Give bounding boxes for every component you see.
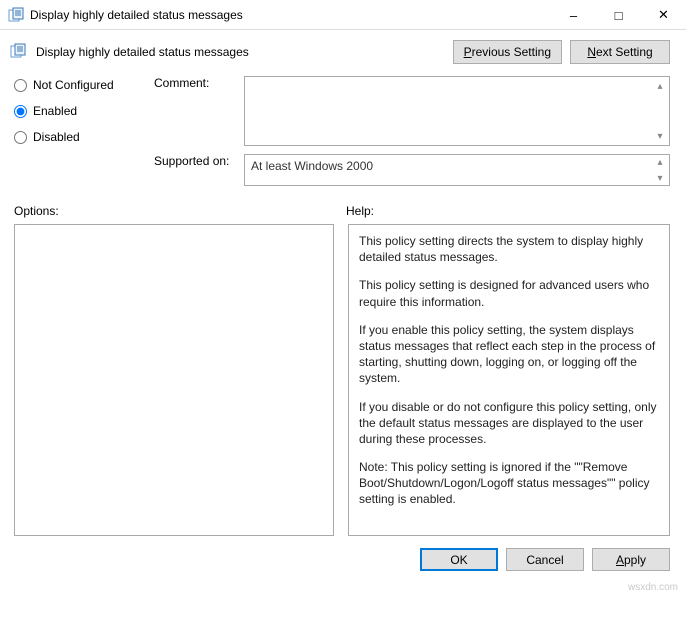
apply-button[interactable]: Apply — [592, 548, 670, 571]
fields-column: Comment: ▴ ▾ Supported on: At least Wind… — [154, 76, 670, 194]
help-paragraph: This policy setting is designed for adva… — [359, 277, 659, 309]
minimize-button[interactable]: – — [551, 0, 596, 30]
watermark: wsxdn.com — [628, 582, 678, 593]
radio-label: Not Configured — [33, 78, 114, 92]
radio-not-configured[interactable]: Not Configured — [14, 78, 144, 92]
radio-label: Disabled — [33, 130, 80, 144]
page-title: Display highly detailed status messages — [36, 45, 445, 59]
maximize-button[interactable]: □ — [596, 0, 641, 30]
scroll-up-icon[interactable]: ▴ — [654, 80, 666, 92]
radio-not-configured-input[interactable] — [14, 79, 27, 92]
comment-label: Comment: — [154, 76, 244, 146]
help-label: Help: — [346, 204, 374, 218]
help-paragraph: If you disable or do not configure this … — [359, 399, 659, 448]
comment-textarea[interactable]: ▴ ▾ — [244, 76, 670, 146]
help-paragraph: Note: This policy setting is ignored if … — [359, 459, 659, 508]
help-paragraph: If you enable this policy setting, the s… — [359, 322, 659, 387]
footer-buttons: OK Cancel Apply — [0, 536, 686, 571]
window-controls: – □ ✕ — [551, 0, 686, 29]
policy-icon — [8, 7, 24, 23]
section-labels: Options: Help: — [0, 194, 686, 222]
titlebar: Display highly detailed status messages … — [0, 0, 686, 30]
close-button[interactable]: ✕ — [641, 0, 686, 30]
policy-icon — [10, 43, 28, 61]
panels: This policy setting directs the system t… — [0, 222, 686, 536]
header: Display highly detailed status messages … — [0, 30, 686, 76]
comment-field-row: Comment: ▴ ▾ — [154, 76, 670, 146]
supported-on-text: At least Windows 2000 — [251, 159, 373, 173]
cancel-button[interactable]: Cancel — [506, 548, 584, 571]
radio-enabled[interactable]: Enabled — [14, 104, 144, 118]
previous-setting-button[interactable]: Previous Setting — [453, 40, 562, 64]
supported-on-box: At least Windows 2000 ▴ ▾ — [244, 154, 670, 186]
options-label: Options: — [14, 204, 346, 218]
supported-field-row: Supported on: At least Windows 2000 ▴ ▾ — [154, 154, 670, 186]
help-paragraph: This policy setting directs the system t… — [359, 233, 659, 265]
radio-enabled-input[interactable] — [14, 105, 27, 118]
radio-disabled[interactable]: Disabled — [14, 130, 144, 144]
next-setting-button[interactable]: Next Setting — [570, 40, 670, 64]
scroll-up-icon[interactable]: ▴ — [654, 156, 666, 168]
help-panel[interactable]: This policy setting directs the system t… — [348, 224, 670, 536]
supported-label: Supported on: — [154, 154, 244, 186]
radio-disabled-input[interactable] — [14, 131, 27, 144]
config-area: Not Configured Enabled Disabled Comment:… — [0, 76, 686, 194]
radio-label: Enabled — [33, 104, 77, 118]
window-title: Display highly detailed status messages — [30, 8, 551, 22]
state-radio-group: Not Configured Enabled Disabled — [14, 76, 144, 194]
scroll-down-icon[interactable]: ▾ — [654, 130, 666, 142]
scroll-down-icon[interactable]: ▾ — [654, 172, 666, 184]
ok-button[interactable]: OK — [420, 548, 498, 571]
options-panel[interactable] — [14, 224, 334, 536]
